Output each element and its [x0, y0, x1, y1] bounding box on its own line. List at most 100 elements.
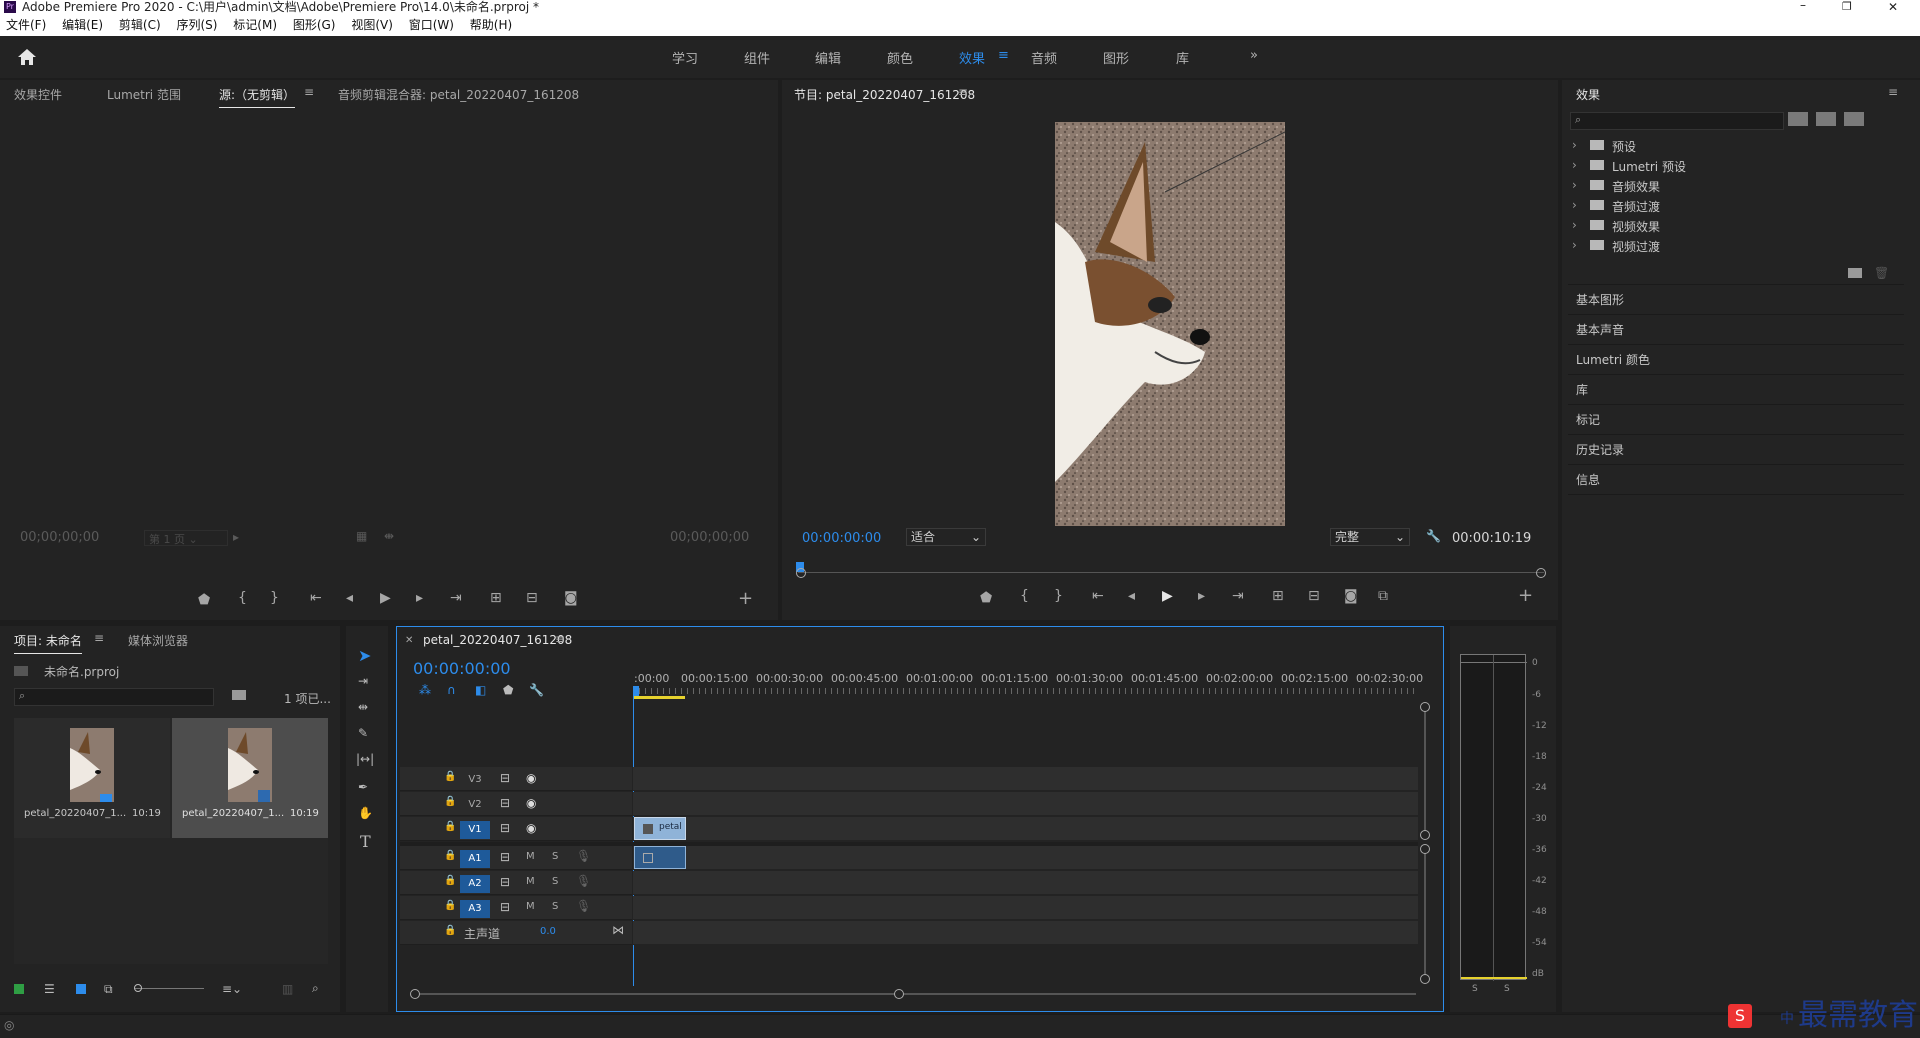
mark-in-icon[interactable]: { — [238, 590, 247, 606]
horizontal-scrollbar[interactable] — [410, 989, 1416, 999]
icon-view-icon[interactable] — [76, 984, 86, 994]
project-menu-icon[interactable]: ≡ — [94, 631, 104, 645]
program-step-forward-icon[interactable]: ▸ — [1198, 588, 1205, 604]
yuv-icon[interactable] — [1844, 112, 1864, 126]
eye-icon[interactable]: ◉ — [526, 796, 536, 810]
pen-tool-icon[interactable]: ✒ — [358, 780, 368, 794]
track-lane-master[interactable] — [633, 921, 1418, 945]
workspace-effects[interactable]: 效果 — [959, 48, 985, 67]
source-timecode-in[interactable]: 00;00;00;00 — [20, 530, 99, 545]
zoom-slider[interactable] — [134, 984, 204, 992]
tree-item-lumetri-presets[interactable]: › Lumetri 预设 — [1570, 156, 1900, 176]
track-header-master[interactable]: 🔒 主声道 0.0 ⋈ — [400, 921, 632, 945]
step-forward-icon[interactable]: ▸ — [416, 590, 423, 606]
workspace-graphics[interactable]: 图形 — [1103, 48, 1129, 67]
section-libraries[interactable]: 库 — [1568, 375, 1904, 405]
source-zoom-icon[interactable]: ⇼ — [384, 529, 394, 543]
workspace-more-button[interactable]: » — [1250, 48, 1258, 63]
go-to-in-icon[interactable]: ⇤ — [310, 590, 322, 606]
lock-icon[interactable]: 🔒 — [444, 771, 456, 782]
solo-button[interactable]: S — [552, 851, 558, 862]
vertical-scrollbar-video[interactable] — [1420, 702, 1430, 840]
track-lane-a2[interactable] — [633, 871, 1418, 895]
program-play-icon[interactable]: ▶ — [1162, 588, 1173, 604]
track-header-v2[interactable]: 🔒 V2 ⊟ ◉ — [400, 792, 632, 816]
new-bin-icon[interactable] — [1848, 268, 1862, 278]
program-marker-icon[interactable]: ⬟ — [980, 590, 992, 606]
list-view-icon[interactable]: ☰ — [44, 982, 55, 996]
program-timecode[interactable]: 00:00:00:00 — [802, 531, 881, 546]
workspace-libraries[interactable]: 库 — [1176, 48, 1189, 67]
mark-out-icon[interactable]: } — [270, 590, 279, 606]
sync-lock-icon[interactable]: ⊟ — [500, 875, 510, 889]
hand-tool-icon[interactable]: ✋ — [358, 806, 373, 820]
track-header-v3[interactable]: 🔒 V3 ⊟ ◉ — [400, 767, 632, 791]
lock-icon[interactable] — [14, 984, 24, 994]
program-go-to-out-icon[interactable]: ⇥ — [1232, 588, 1244, 604]
nest-icon[interactable]: ⁂ — [419, 683, 431, 697]
audio-clip[interactable] — [634, 846, 686, 869]
video-clip[interactable]: petal — [634, 817, 686, 840]
eye-icon[interactable]: ◉ — [526, 771, 536, 785]
project-sequence-item[interactable]: petal_20220407_1... 10:19 — [172, 718, 328, 838]
fit-select[interactable]: 适合 ⌄ — [906, 528, 986, 546]
track-select-tool-icon[interactable]: ⇥ — [358, 674, 368, 688]
workspace-color[interactable]: 颜色 — [887, 48, 913, 67]
track-label-a2[interactable]: A2 — [460, 875, 490, 893]
section-info[interactable]: 信息 — [1568, 465, 1904, 495]
mute-button[interactable]: M — [526, 851, 535, 862]
tab-effect-controls[interactable]: 效果控件 — [14, 86, 62, 103]
export-frame-icon[interactable]: ◙ — [564, 590, 578, 606]
track-header-v1[interactable]: 🔒 V1 ⊟ ◉ — [400, 817, 632, 841]
tree-item-audio-effects[interactable]: › 音频效果 — [1570, 176, 1900, 196]
close-button[interactable]: ✕ — [1888, 0, 1898, 14]
solo-button[interactable]: S — [552, 876, 558, 887]
program-go-to-in-icon[interactable]: ⇤ — [1092, 588, 1104, 604]
track-header-a1[interactable]: 🔒 A1 ⊟ M S 🎙 — [400, 846, 632, 870]
section-essential-graphics[interactable]: 基本图形 — [1568, 285, 1904, 315]
track-lane-v3[interactable] — [633, 767, 1418, 791]
sync-lock-icon[interactable]: ⊟ — [500, 771, 510, 785]
playhead[interactable] — [633, 686, 639, 696]
vertical-scrollbar-audio[interactable] — [1420, 844, 1430, 984]
mute-button[interactable]: M — [526, 876, 535, 887]
compare-view-icon[interactable]: ⧉ — [1378, 588, 1388, 604]
sync-lock-icon[interactable]: ⊟ — [500, 850, 510, 864]
wrench-icon[interactable]: 🔧 — [1426, 529, 1441, 543]
timeline-close-icon[interactable]: ✕ — [405, 635, 413, 646]
microphone-icon[interactable]: 🎙 — [576, 849, 591, 863]
lock-icon[interactable]: 🔒 — [444, 900, 456, 911]
tab-audio-clip-mixer[interactable]: 音频剪辑混合器: petal_20220407_161208 — [338, 86, 579, 103]
find-bin-icon[interactable] — [232, 690, 246, 700]
effects-panel-menu-icon[interactable]: ≡ — [1888, 85, 1898, 99]
workspace-assembly[interactable]: 组件 — [744, 48, 770, 67]
page-select[interactable]: 第 1 页 ⌄ — [144, 530, 228, 546]
workspace-editing[interactable]: 编辑 — [815, 48, 841, 67]
track-lane-v2[interactable] — [633, 792, 1418, 816]
menu-view[interactable]: 视图(V) — [351, 18, 393, 32]
section-history[interactable]: 历史记录 — [1568, 435, 1904, 465]
new-bin-accelerated-icon[interactable] — [1788, 112, 1808, 126]
minimize-button[interactable]: – — [1800, 0, 1806, 12]
marker-icon[interactable]: ⬟ — [198, 592, 210, 608]
add-marker-icon[interactable]: ⬟ — [503, 683, 513, 697]
project-search-input[interactable]: ⌕ — [14, 688, 214, 706]
solo-button[interactable]: S — [552, 901, 558, 912]
menu-clip[interactable]: 剪辑(C) — [119, 18, 161, 32]
workspace-menu-icon[interactable]: ≡ — [998, 48, 1009, 63]
insert-icon[interactable]: ⊞ — [490, 590, 502, 606]
sync-lock-icon[interactable]: ⊟ — [500, 796, 510, 810]
track-header-a3[interactable]: 🔒 A3 ⊟ M S 🎙 — [400, 896, 632, 920]
delete-icon[interactable]: 🗑 — [1874, 266, 1889, 280]
overwrite-icon[interactable]: ⊟ — [526, 590, 538, 606]
32bit-icon[interactable] — [1816, 112, 1836, 126]
type-tool-icon[interactable]: T — [360, 832, 371, 851]
snap-icon[interactable]: ∩ — [447, 683, 456, 697]
program-menu-icon[interactable]: ≡ — [958, 85, 968, 99]
track-lane-a1[interactable] — [633, 846, 1418, 870]
menu-window[interactable]: 窗口(W) — [409, 18, 454, 32]
track-label-a3[interactable]: A3 — [460, 900, 490, 918]
microphone-icon[interactable]: 🎙 — [576, 899, 591, 913]
menu-help[interactable]: 帮助(H) — [470, 18, 512, 32]
go-to-out-icon[interactable]: ⇥ — [450, 590, 462, 606]
